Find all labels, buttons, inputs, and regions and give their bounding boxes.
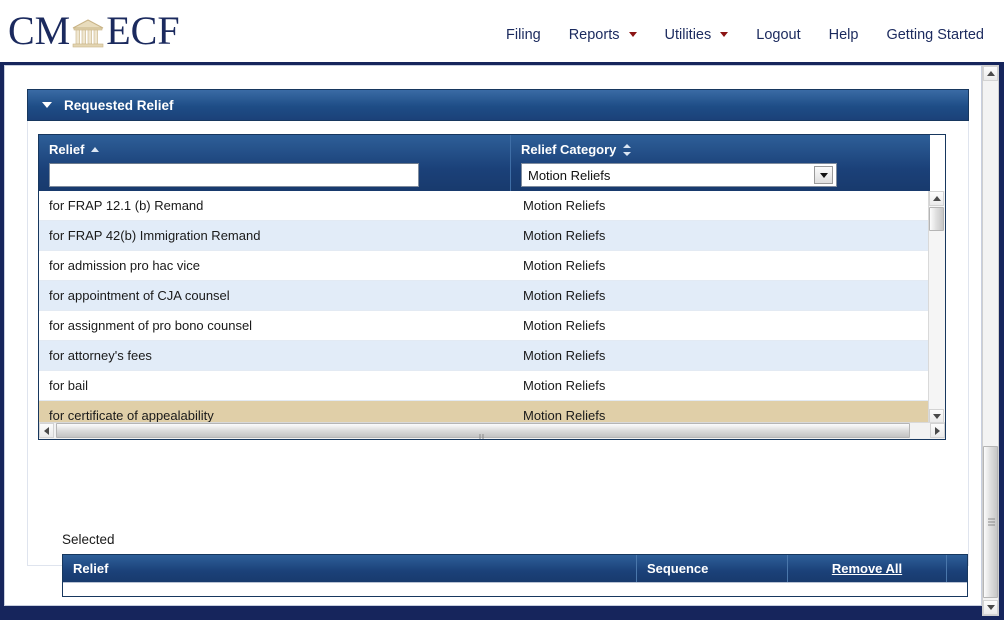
- cell-relief: for appointment of CJA counsel: [39, 288, 511, 303]
- remove-all-link[interactable]: Remove All: [788, 555, 947, 582]
- table-row[interactable]: for attorney's fees Motion Reliefs: [39, 341, 930, 371]
- column-relief-category[interactable]: Relief Category Motion Reliefs: [511, 135, 930, 191]
- scroll-down-arrow-icon[interactable]: [983, 600, 998, 615]
- browser-vertical-scrollbar[interactable]: [982, 65, 999, 616]
- cell-relief: for FRAP 42(b) Immigration Remand: [39, 228, 511, 243]
- sort-both-icon[interactable]: [623, 144, 632, 156]
- scroll-left-arrow-icon[interactable]: [39, 423, 54, 438]
- grid-vertical-scroll-thumb[interactable]: [929, 207, 944, 231]
- grid-horizontal-scrollbar[interactable]: [39, 422, 945, 439]
- chevron-down-icon[interactable]: [814, 166, 833, 184]
- relief-filter-input[interactable]: [49, 163, 419, 187]
- cell-category: Motion Reliefs: [511, 378, 930, 393]
- page-frame: Requested Relief Relief Relief Category: [0, 62, 1004, 620]
- nav-label-utilities: Utilities: [665, 27, 712, 43]
- cell-relief: for assignment of pro bono counsel: [39, 318, 511, 333]
- table-row[interactable]: for appointment of CJA counsel Motion Re…: [39, 281, 930, 311]
- selected-table-header: Relief Sequence Remove All: [63, 555, 967, 582]
- table-row[interactable]: for bail Motion Reliefs: [39, 371, 930, 401]
- nav-item-help[interactable]: Help: [815, 26, 873, 44]
- cell-relief: for bail: [39, 378, 511, 393]
- selected-header-spacer: [947, 555, 967, 582]
- cell-relief: for FRAP 12.1 (b) Remand: [39, 198, 511, 213]
- cell-category: Motion Reliefs: [511, 318, 930, 333]
- nav-label-reports: Reports: [569, 27, 620, 43]
- browser-vertical-scroll-thumb[interactable]: [983, 446, 998, 598]
- scroll-right-arrow-icon[interactable]: [930, 423, 945, 438]
- scroll-up-arrow-icon[interactable]: [929, 191, 944, 206]
- relief-grid-header: Relief Relief Category Motion Reliefs: [39, 135, 930, 191]
- selected-column-sequence[interactable]: Sequence: [637, 555, 788, 582]
- scroll-up-arrow-icon[interactable]: [983, 66, 998, 81]
- cell-category: Motion Reliefs: [511, 258, 930, 273]
- logo-text-cm: CM: [8, 11, 70, 51]
- relief-category-selected-value: Motion Reliefs: [522, 168, 814, 183]
- panel-title: Requested Relief: [64, 98, 174, 113]
- chevron-down-icon: [629, 32, 637, 37]
- requested-relief-panel-header[interactable]: Requested Relief: [27, 89, 969, 121]
- nav-label-logout: Logout: [756, 27, 800, 43]
- table-row[interactable]: for FRAP 42(b) Immigration Remand Motion…: [39, 221, 930, 251]
- nav-item-utilities[interactable]: Utilities: [651, 26, 743, 44]
- cell-relief: for attorney's fees: [39, 348, 511, 363]
- cell-relief: for certificate of appealability: [39, 408, 511, 423]
- column-label-relief-category: Relief Category: [521, 142, 616, 157]
- cell-category: Motion Reliefs: [511, 408, 930, 423]
- page-content: Requested Relief Relief Relief Category: [4, 65, 982, 606]
- logo-text-ecf: ECF: [106, 11, 179, 51]
- nav-item-reports[interactable]: Reports: [555, 26, 651, 44]
- courthouse-icon: [71, 14, 105, 48]
- selected-column-label-sequence: Sequence: [647, 561, 708, 576]
- nav-item-filing[interactable]: Filing: [492, 26, 555, 44]
- column-relief[interactable]: Relief: [39, 135, 511, 191]
- nav-label-help: Help: [829, 27, 859, 43]
- grid-horizontal-scroll-thumb[interactable]: [56, 423, 910, 438]
- cell-category: Motion Reliefs: [511, 288, 930, 303]
- cell-category: Motion Reliefs: [511, 348, 930, 363]
- chevron-down-icon: [720, 32, 728, 37]
- nav-label-filing: Filing: [506, 27, 541, 43]
- cmecf-logo: CM ECF: [8, 9, 180, 53]
- cell-category: Motion Reliefs: [511, 198, 930, 213]
- table-row[interactable]: for certificate of appealability Motion …: [39, 401, 930, 424]
- grid-vertical-scrollbar[interactable]: [928, 191, 945, 424]
- relief-grid: Relief Relief Category Motion Reliefs: [38, 134, 946, 440]
- app-banner: CM ECF Filing Reports Utilities: [0, 0, 1004, 62]
- relief-grid-body: for FRAP 12.1 (b) Remand Motion Reliefs …: [39, 191, 930, 424]
- sort-ascending-icon[interactable]: [91, 147, 99, 152]
- selected-column-label-relief: Relief: [73, 561, 108, 576]
- remove-all-label: Remove All: [832, 561, 902, 576]
- table-row[interactable]: for admission pro hac vice Motion Relief…: [39, 251, 930, 281]
- selected-relief-table: Relief Sequence Remove All: [62, 554, 968, 597]
- column-label-relief: Relief: [49, 142, 84, 157]
- triangle-down-icon[interactable]: [42, 102, 52, 108]
- table-row[interactable]: for FRAP 12.1 (b) Remand Motion Reliefs: [39, 191, 930, 221]
- cell-relief: for admission pro hac vice: [39, 258, 511, 273]
- relief-category-select[interactable]: Motion Reliefs: [521, 163, 837, 187]
- selected-column-relief[interactable]: Relief: [63, 555, 637, 582]
- main-nav: Filing Reports Utilities Logout Help Get…: [492, 26, 998, 44]
- nav-item-logout[interactable]: Logout: [742, 26, 814, 44]
- selected-table-empty-body: [63, 582, 967, 596]
- selected-section-label: Selected: [62, 532, 115, 547]
- cell-category: Motion Reliefs: [511, 228, 930, 243]
- nav-item-getting-started[interactable]: Getting Started: [872, 26, 998, 44]
- table-row[interactable]: for assignment of pro bono counsel Motio…: [39, 311, 930, 341]
- nav-label-getting-started: Getting Started: [886, 27, 984, 43]
